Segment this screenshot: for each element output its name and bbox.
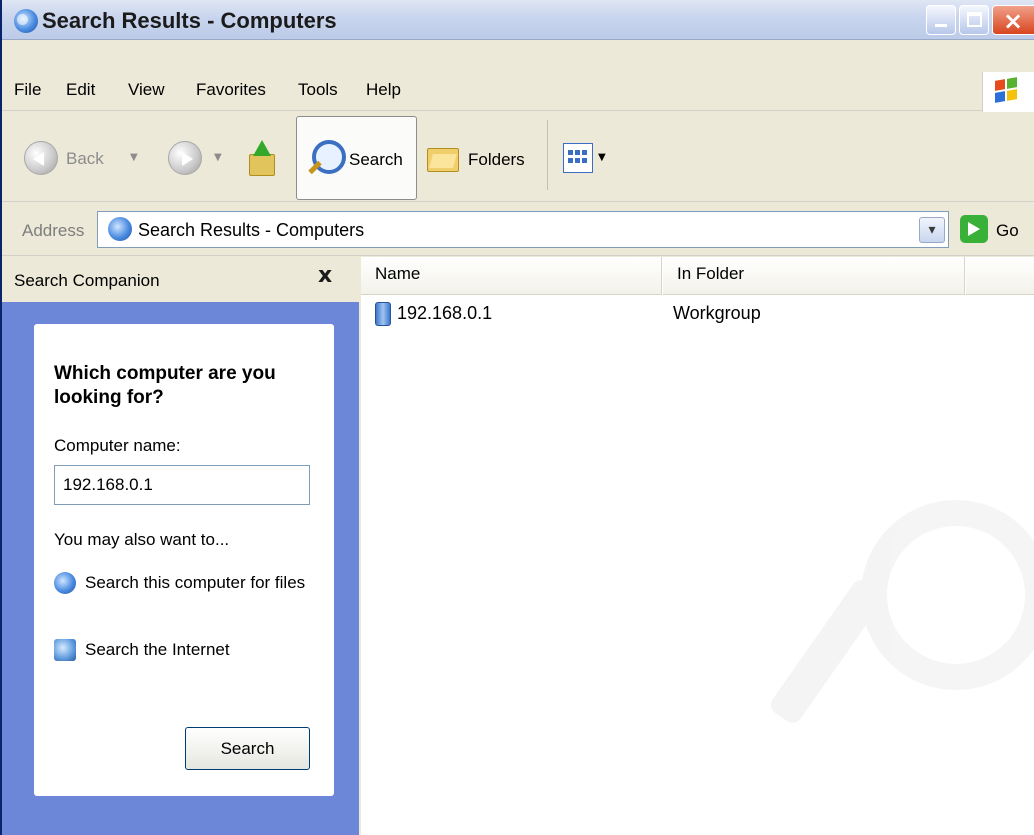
panel-heading: Which computer are you looking for? bbox=[54, 363, 276, 408]
address-label: Address bbox=[22, 221, 85, 240]
back-arrow-icon[interactable] bbox=[24, 141, 58, 175]
computer-name-input[interactable] bbox=[54, 465, 310, 505]
table-row[interactable]: 192.168.0.1 Workgroup bbox=[361, 299, 1034, 329]
menu-help[interactable]: Help bbox=[366, 80, 401, 100]
window-title: Search Results - Computers bbox=[42, 8, 337, 33]
search-globe-icon bbox=[54, 572, 76, 594]
back-dropdown-icon[interactable]: ▼ bbox=[130, 152, 138, 163]
search-panel: Which computer are you looking for? Comp… bbox=[34, 324, 334, 796]
magnifier-icon bbox=[306, 138, 346, 176]
search-internet-label[interactable]: Search the Internet bbox=[85, 638, 315, 661]
windows-flag-icon bbox=[982, 72, 1034, 112]
search-companion-header: Search Companion x bbox=[2, 257, 359, 302]
address-dropdown-icon[interactable]: ▾ bbox=[919, 217, 945, 243]
search-companion-pane: Search Companion x Which computer are yo… bbox=[2, 257, 359, 835]
go-button[interactable]: Go bbox=[996, 221, 1019, 241]
folder-up-icon[interactable] bbox=[247, 140, 277, 176]
close-icon: × bbox=[1003, 7, 1024, 35]
close-pane-icon[interactable]: x bbox=[318, 263, 332, 288]
address-bar: Address Search Results - Computers ▾ Go bbox=[2, 203, 1034, 256]
menu-tools[interactable]: Tools bbox=[298, 80, 338, 100]
column-header-name-label: Name bbox=[375, 264, 421, 283]
computer-icon bbox=[375, 302, 391, 326]
folders-label[interactable]: Folders bbox=[468, 150, 525, 170]
column-header-folder-label: In Folder bbox=[677, 264, 745, 283]
row-name[interactable]: 192.168.0.1 bbox=[397, 303, 492, 324]
search-internet-link[interactable]: Search the Internet bbox=[54, 638, 314, 662]
views-grid-icon[interactable] bbox=[563, 143, 593, 173]
explorer-window: Search Results - Computers × File Edit V… bbox=[0, 0, 1034, 835]
menu-edit[interactable]: Edit bbox=[66, 80, 95, 100]
menu-file[interactable]: File bbox=[14, 80, 41, 100]
column-header-filler bbox=[966, 257, 1034, 295]
forward-dropdown-icon[interactable]: ▼ bbox=[214, 152, 222, 163]
magnifier-watermark-icon bbox=[767, 500, 1034, 835]
internet-search-icon bbox=[54, 639, 76, 661]
search-globe-icon bbox=[108, 217, 132, 241]
search-companion-title: Search Companion bbox=[14, 271, 160, 290]
maximize-button[interactable] bbox=[959, 5, 989, 35]
minimize-icon bbox=[935, 24, 947, 27]
column-header-folder[interactable]: In Folder bbox=[663, 257, 965, 295]
maximize-icon bbox=[967, 12, 982, 27]
also-want-label: You may also want to... bbox=[54, 530, 230, 549]
toolbar-separator bbox=[547, 120, 548, 190]
folder-icon[interactable] bbox=[427, 140, 459, 172]
search-globe-icon bbox=[14, 9, 38, 33]
forward-arrow-icon[interactable] bbox=[168, 141, 202, 175]
menu-bar-background bbox=[2, 40, 1034, 72]
row-folder: Workgroup bbox=[673, 303, 761, 323]
results-pane: Name In Folder 192.168.0.1 Workgroup bbox=[361, 257, 1034, 835]
column-header-name[interactable]: Name bbox=[361, 257, 662, 295]
address-input[interactable]: Search Results - Computers ▾ bbox=[97, 211, 949, 248]
close-button[interactable]: × bbox=[992, 5, 1034, 35]
menu-view[interactable]: View bbox=[128, 80, 165, 100]
minimize-button[interactable] bbox=[926, 5, 956, 35]
menu-favorites[interactable]: Favorites bbox=[196, 80, 266, 100]
search-button[interactable]: Search bbox=[185, 727, 310, 770]
back-label[interactable]: Back bbox=[66, 149, 104, 169]
search-files-link[interactable]: Search this computer for files bbox=[54, 571, 314, 619]
search-files-label[interactable]: Search this computer for files bbox=[85, 571, 315, 594]
views-dropdown-icon[interactable]: ▼ bbox=[598, 152, 606, 163]
search-toolbar-label[interactable]: Search bbox=[349, 150, 403, 170]
go-arrow-icon[interactable] bbox=[960, 215, 988, 243]
computer-name-label: Computer name: bbox=[54, 436, 181, 455]
search-companion-body: Which computer are you looking for? Comp… bbox=[2, 302, 359, 835]
title-bar[interactable]: Search Results - Computers × bbox=[2, 0, 1034, 40]
address-value[interactable]: Search Results - Computers bbox=[138, 220, 364, 241]
